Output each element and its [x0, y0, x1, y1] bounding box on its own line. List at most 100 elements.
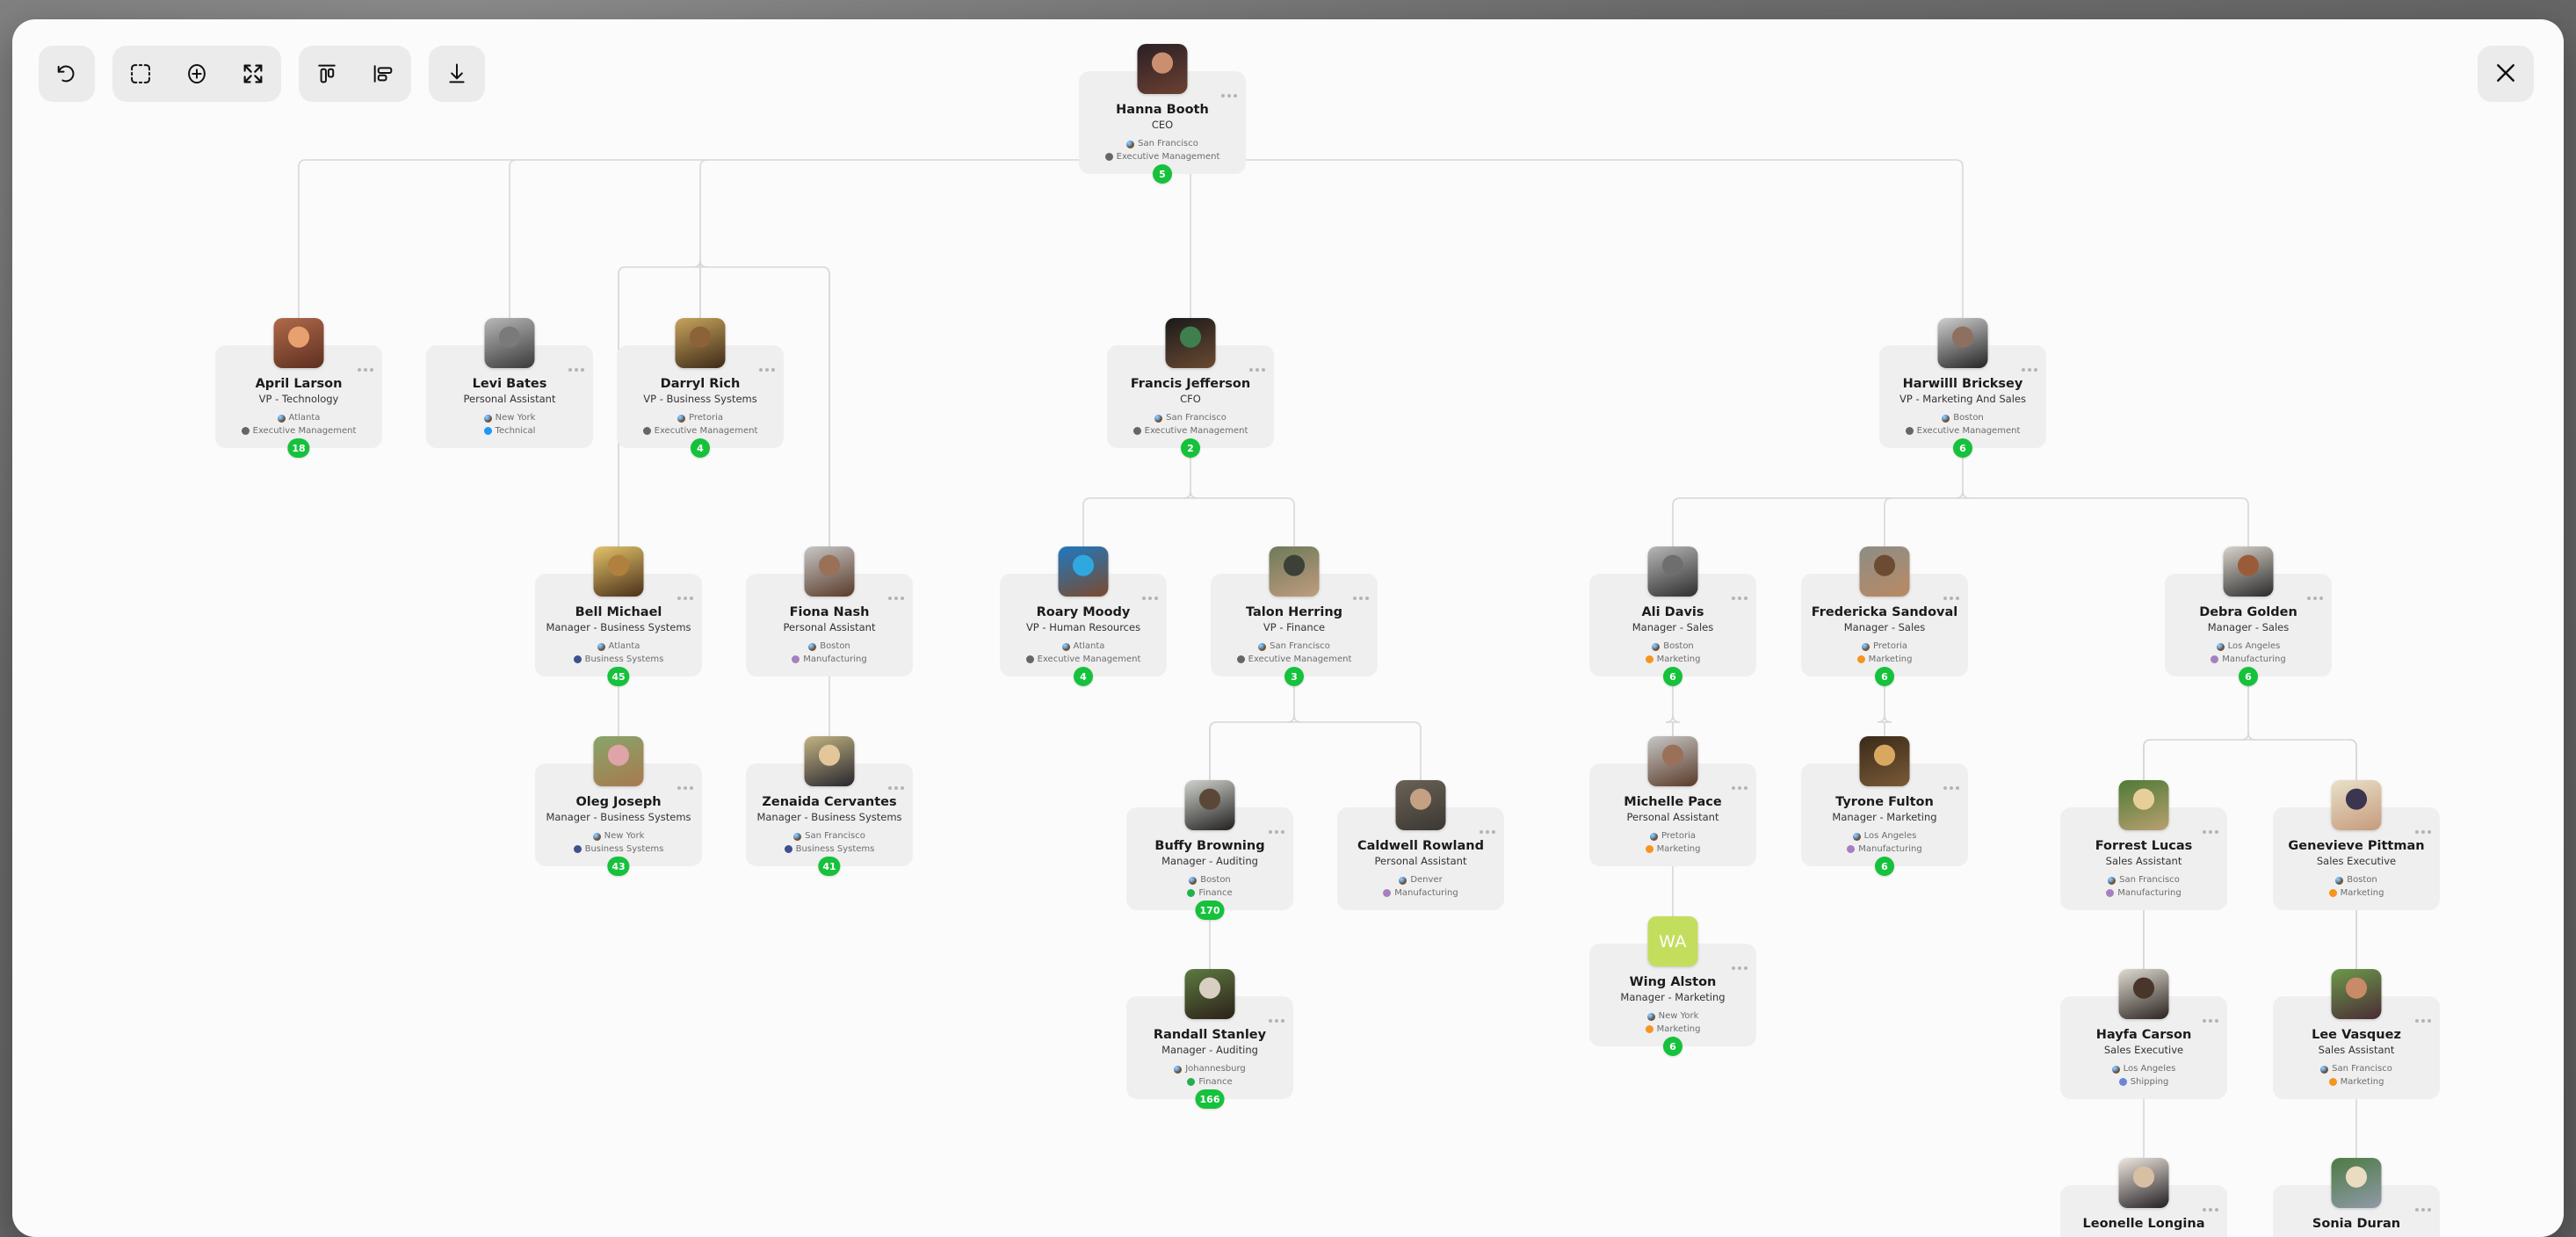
org-node-darryl-rich[interactable]: Darryl Rich VP - Business Systems Pretoria… — [617, 318, 784, 459]
org-node-tyrone-fulton[interactable]: Tyrone Fulton Manager - Marketing Los Ange… — [1801, 736, 1968, 877]
node-menu-button[interactable] — [677, 597, 693, 600]
org-node-oleg-joseph[interactable]: Oleg Joseph Manager - Business Systems New… — [535, 736, 702, 877]
org-node-randall-stanley[interactable]: Randall Stanley Manager - Auditing Johanne… — [1126, 969, 1293, 1110]
node-menu-button[interactable] — [1732, 786, 1747, 790]
node-city-label: San Francisco — [2119, 875, 2180, 886]
org-node-francis-jefferson[interactable]: Francis Jefferson CFO San Francisco Executi… — [1107, 318, 1274, 459]
org-node-harwilll-bricksey[interactable]: Harwilll Bricksey VP - Marketing And Sale… — [1879, 318, 2046, 459]
node-menu-button[interactable] — [2415, 1208, 2431, 1212]
node-department-label: Executive Management — [1248, 654, 1352, 664]
city-icon — [1942, 414, 1950, 423]
org-node-zenaida-cervantes[interactable]: Zenaida Cervantes Manager - Business Syst… — [746, 736, 913, 877]
node-menu-button[interactable] — [358, 368, 373, 372]
avatar — [1137, 44, 1188, 94]
subordinate-count-badge[interactable]: 2 — [1181, 438, 1200, 459]
node-city: Atlanta — [222, 412, 375, 425]
subordinate-count-badge[interactable]: 5 — [1153, 164, 1172, 184]
org-node-april-larson[interactable]: April Larson VP - Technology Atlanta Execut… — [215, 318, 382, 459]
download-button[interactable] — [429, 46, 485, 102]
org-node-hayfa-carson[interactable]: Hayfa Carson Sales Executive Los Angeles Sh… — [2060, 969, 2227, 1100]
node-menu-button[interactable] — [1480, 830, 1495, 834]
node-department-label: Marketing — [1656, 843, 1701, 854]
org-node-sonia-duran[interactable]: Sonia Duran — [2273, 1158, 2440, 1237]
department-color-dot — [1383, 889, 1392, 898]
subordinate-count-badge[interactable]: 6 — [1953, 438, 1972, 459]
org-node-debra-golden[interactable]: Debra Golden Manager - Sales Los Angeles Ma… — [2165, 546, 2332, 687]
layout-horizontal-button[interactable] — [355, 46, 411, 102]
node-title: Manager - Marketing — [1832, 811, 1937, 824]
node-name: Zenaida Cervantes — [762, 795, 897, 809]
node-menu-button[interactable] — [2022, 368, 2037, 372]
node-menu-button[interactable] — [759, 368, 775, 372]
node-menu-button[interactable] — [1269, 830, 1284, 834]
subordinate-count-badge[interactable]: 6 — [1875, 857, 1894, 877]
close-button[interactable] — [2478, 46, 2534, 102]
subordinate-count-badge[interactable]: 6 — [1663, 1037, 1682, 1057]
node-menu-button[interactable] — [1943, 597, 1959, 600]
node-menu-button[interactable] — [2203, 830, 2218, 834]
subordinate-count-badge[interactable]: 6 — [1875, 667, 1894, 687]
node-menu-button[interactable] — [1269, 1019, 1284, 1023]
connector-line — [1082, 497, 1091, 546]
node-menu-button[interactable] — [888, 786, 904, 790]
node-department: Executive Management — [222, 425, 375, 438]
org-node-bell-michael[interactable]: Bell Michael Manager - Business Systems At… — [535, 546, 702, 687]
org-node-wing-alston[interactable]: WA Wing Alston Manager - Marketing New York… — [1589, 916, 1756, 1057]
org-node-ali-davis[interactable]: Ali Davis Manager - Sales Boston Marketing 6 — [1589, 546, 1756, 687]
org-node-genevieve-pittman[interactable]: Genevieve Pittman Sales Executive Boston Ma… — [2273, 780, 2440, 911]
node-menu-button[interactable] — [568, 368, 584, 372]
node-menu-button[interactable] — [1249, 368, 1265, 372]
node-city-label: Boston — [1953, 413, 1984, 423]
org-node-roary-moody[interactable]: Roary Moody VP - Human Resources Atlanta Ex… — [1000, 546, 1167, 687]
org-node-forrest-lucas[interactable]: Forrest Lucas Sales Assistant San Francisc… — [2060, 780, 2227, 911]
subordinate-count-badge[interactable]: 45 — [607, 667, 630, 687]
node-menu-button[interactable] — [1221, 94, 1237, 98]
subordinate-count-badge[interactable]: 166 — [1195, 1089, 1225, 1110]
org-node-leonelle-longina[interactable]: Leonelle Longina — [2060, 1158, 2227, 1237]
node-menu-button[interactable] — [2203, 1019, 2218, 1023]
fit-to-screen-button[interactable] — [112, 46, 169, 102]
org-node-lee-vasquez[interactable]: Lee Vasquez Sales Assistant San Francisco M… — [2273, 969, 2440, 1100]
node-menu-button[interactable] — [2307, 597, 2323, 600]
subordinate-count-badge[interactable]: 18 — [287, 438, 310, 459]
expand-button[interactable] — [225, 46, 281, 102]
org-node-levi-bates[interactable]: Levi Bates Personal Assistant New York Tech… — [426, 318, 593, 449]
undo-button[interactable] — [39, 46, 95, 102]
node-menu-button[interactable] — [2203, 1208, 2218, 1212]
org-node-hanna-booth[interactable]: Hanna Booth CEO San Francisco Executive Man… — [1079, 44, 1246, 184]
org-node-michelle-pace[interactable]: Michelle Pace Personal Assistant Pretoria M… — [1589, 736, 1756, 867]
org-node-talon-herring[interactable]: Talon Herring VP - Finance San Francisco Ex… — [1211, 546, 1378, 687]
subordinate-count-badge[interactable]: 4 — [1074, 667, 1093, 687]
subordinate-count-badge[interactable]: 4 — [691, 438, 710, 459]
node-menu-button[interactable] — [2415, 830, 2431, 834]
org-node-fiona-nash[interactable]: Fiona Nash Personal Assistant Boston Manufa… — [746, 546, 913, 677]
subordinate-count-badge[interactable]: 6 — [2239, 667, 2258, 687]
connector-line — [2348, 739, 2357, 780]
node-name: Wing Alston — [1629, 975, 1717, 989]
subordinate-count-badge[interactable]: 3 — [1284, 667, 1304, 687]
org-chart-canvas[interactable]: Hanna Booth CEO San Francisco Executive Man… — [12, 19, 2564, 1237]
node-menu-button[interactable] — [2415, 1019, 2431, 1023]
subordinate-count-badge[interactable]: 170 — [1195, 901, 1225, 921]
zoom-in-button[interactable] — [169, 46, 225, 102]
node-menu-button[interactable] — [888, 597, 904, 600]
node-menu-button[interactable] — [677, 786, 693, 790]
subordinate-count-badge[interactable]: 43 — [607, 857, 630, 877]
node-city-label: Atlanta — [1073, 641, 1105, 652]
node-menu-button[interactable] — [1142, 597, 1158, 600]
subordinate-count-badge[interactable]: 6 — [1663, 667, 1682, 687]
avatar: WA — [1647, 916, 1698, 966]
subordinate-count-badge[interactable]: 41 — [818, 857, 841, 877]
org-node-caldwell-rowland[interactable]: Caldwell Rowland Personal Assistant Denver… — [1337, 780, 1504, 911]
node-menu-button[interactable] — [1943, 786, 1959, 790]
layout-vertical-button[interactable] — [299, 46, 355, 102]
avatar-initials: WA — [1659, 931, 1687, 951]
department-color-dot — [1132, 427, 1141, 436]
node-menu-button[interactable] — [1732, 966, 1747, 970]
node-menu-button[interactable] — [1732, 597, 1747, 600]
city-icon — [677, 414, 686, 423]
org-node-buffy-browning[interactable]: Buffy Browning Manager - Auditing Boston Fi… — [1126, 780, 1293, 921]
node-city: San Francisco — [753, 830, 906, 843]
node-menu-button[interactable] — [1353, 597, 1369, 600]
org-node-fredericka-sandoval[interactable]: Fredericka Sandoval Manager - Sales Pretor… — [1801, 546, 1968, 687]
